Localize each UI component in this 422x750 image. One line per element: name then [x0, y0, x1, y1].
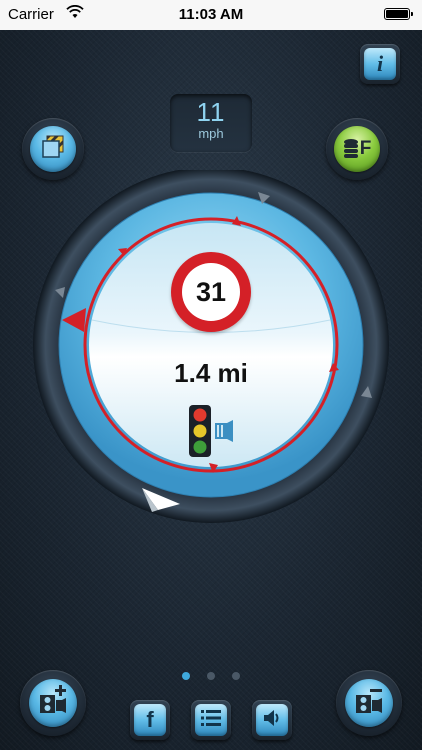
pager-dot-3[interactable]	[232, 672, 240, 680]
speed-limit-value: 31	[195, 276, 227, 307]
battery-icon	[384, 8, 413, 20]
add-camera-button[interactable]	[20, 670, 86, 736]
facebook-button[interactable]: f	[130, 700, 170, 740]
database-icon: F	[343, 138, 372, 160]
distance-to-camera: 1.4 mi	[174, 358, 248, 388]
remove-camera-button[interactable]	[336, 670, 402, 736]
status-bar: Carrier 11:03 AM	[0, 0, 422, 30]
sound-button[interactable]	[252, 700, 292, 740]
speed-unit: mph	[198, 126, 224, 141]
layers-icon	[38, 132, 68, 167]
clock: 11:03 AM	[178, 6, 244, 23]
speaker-icon	[262, 709, 282, 732]
list-icon	[201, 709, 221, 732]
traffic-light-camera-icon	[187, 403, 239, 459]
current-speed-display: 11 mph	[170, 94, 252, 152]
facebook-icon: f	[146, 707, 154, 732]
speed-limit-sign: 31	[171, 252, 251, 332]
add-camera-icon	[36, 683, 70, 722]
radar-dial: 31 1.4 mi	[0, 170, 422, 530]
pager-dot-1[interactable]	[182, 672, 190, 680]
database-letter: F	[359, 138, 372, 159]
pager-dot-2[interactable]	[207, 672, 215, 680]
speed-value: 11	[196, 97, 226, 127]
remove-camera-icon	[352, 683, 386, 722]
info-icon: i	[376, 51, 384, 76]
list-button[interactable]	[191, 700, 231, 740]
info-button[interactable]: i	[360, 44, 400, 84]
